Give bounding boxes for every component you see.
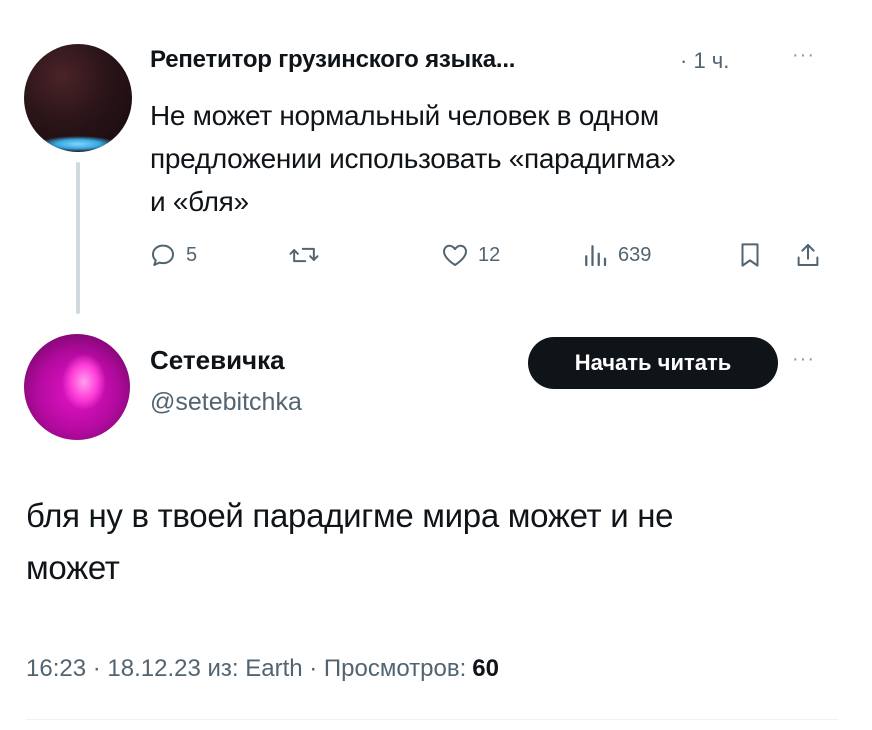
bar-chart-icon — [580, 240, 610, 270]
follow-button[interactable]: Начать читать — [528, 337, 778, 389]
share-icon — [793, 240, 823, 270]
timestamp-source-text[interactable]: 16:23 · 18.12.23 из: Earth · Просмотров: — [26, 655, 466, 683]
parent-tweet-time[interactable]: · 1 ч. — [680, 48, 729, 74]
parent-more-icon[interactable]: ··· — [792, 44, 815, 67]
like-count: 12 — [478, 243, 501, 266]
reply-tweet-text: бля ну в твоей парадигме мира может и не… — [26, 497, 674, 586]
retweet-icon — [288, 240, 320, 270]
tweet-metadata: 16:23 · 18.12.23 из: Earth · Просмотров:… — [26, 655, 499, 683]
reply-author-name[interactable]: Сетевичка — [150, 345, 285, 376]
reply-button[interactable]: 5 — [148, 240, 197, 270]
retweet-button[interactable] — [288, 240, 328, 270]
share-button[interactable] — [793, 240, 823, 270]
reply-count: 5 — [186, 243, 198, 266]
views-count: 639 — [618, 243, 652, 266]
bookmark-icon — [735, 240, 765, 270]
like-button[interactable]: 12 — [440, 240, 500, 270]
reply-icon — [148, 240, 178, 270]
divider — [26, 719, 838, 720]
views-button[interactable]: 639 — [580, 240, 651, 270]
thread-connector-line — [76, 162, 80, 314]
heart-icon — [440, 240, 470, 270]
reply-author-avatar[interactable] — [24, 334, 130, 440]
reply-author-handle[interactable]: @setebitchka — [150, 388, 302, 417]
parent-tweet-text: Не может нормальный человек в одном пред… — [150, 100, 676, 217]
views-total: 60 — [472, 655, 499, 682]
parent-author-avatar[interactable] — [24, 44, 132, 152]
reply-more-icon[interactable]: ··· — [792, 348, 815, 371]
bookmark-button[interactable] — [735, 240, 765, 270]
parent-author-name[interactable]: Репетитор грузинского языка... — [150, 46, 515, 74]
